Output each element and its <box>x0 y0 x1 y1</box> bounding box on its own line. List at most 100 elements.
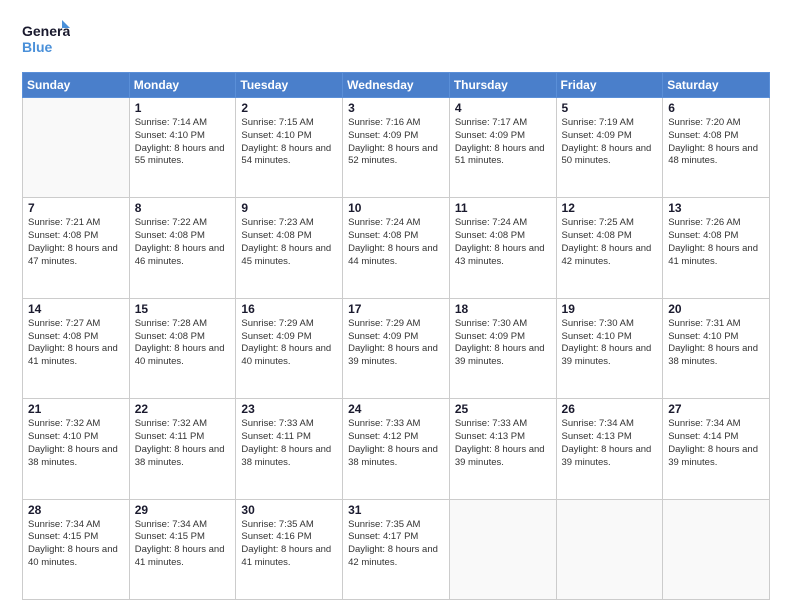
day-info: Sunrise: 7:25 AMSunset: 4:08 PMDaylight:… <box>562 217 658 268</box>
day-info: Sunrise: 7:35 AMSunset: 4:16 PMDaylight:… <box>241 519 337 570</box>
calendar-cell: 20 Sunrise: 7:31 AMSunset: 4:10 PMDaylig… <box>663 298 770 398</box>
day-number: 26 <box>562 402 658 416</box>
day-info: Sunrise: 7:23 AMSunset: 4:08 PMDaylight:… <box>241 217 337 268</box>
day-number: 24 <box>348 402 444 416</box>
day-info: Sunrise: 7:20 AMSunset: 4:08 PMDaylight:… <box>668 117 764 168</box>
svg-text:Blue: Blue <box>22 39 53 55</box>
day-number: 28 <box>28 503 124 517</box>
day-info: Sunrise: 7:29 AMSunset: 4:09 PMDaylight:… <box>348 318 444 369</box>
calendar-week-4: 21 Sunrise: 7:32 AMSunset: 4:10 PMDaylig… <box>23 399 770 499</box>
calendar-cell: 17 Sunrise: 7:29 AMSunset: 4:09 PMDaylig… <box>343 298 450 398</box>
day-info: Sunrise: 7:30 AMSunset: 4:10 PMDaylight:… <box>562 318 658 369</box>
day-info: Sunrise: 7:33 AMSunset: 4:13 PMDaylight:… <box>455 418 551 469</box>
day-info: Sunrise: 7:32 AMSunset: 4:11 PMDaylight:… <box>135 418 231 469</box>
day-number: 12 <box>562 201 658 215</box>
calendar-cell: 4 Sunrise: 7:17 AMSunset: 4:09 PMDayligh… <box>449 98 556 198</box>
calendar-cell <box>556 499 663 599</box>
calendar-cell: 15 Sunrise: 7:28 AMSunset: 4:08 PMDaylig… <box>129 298 236 398</box>
calendar-cell: 5 Sunrise: 7:19 AMSunset: 4:09 PMDayligh… <box>556 98 663 198</box>
calendar-cell: 27 Sunrise: 7:34 AMSunset: 4:14 PMDaylig… <box>663 399 770 499</box>
calendar-cell: 18 Sunrise: 7:30 AMSunset: 4:09 PMDaylig… <box>449 298 556 398</box>
day-number: 15 <box>135 302 231 316</box>
calendar-cell: 11 Sunrise: 7:24 AMSunset: 4:08 PMDaylig… <box>449 198 556 298</box>
calendar-cell <box>449 499 556 599</box>
day-number: 1 <box>135 101 231 115</box>
day-number: 30 <box>241 503 337 517</box>
day-info: Sunrise: 7:17 AMSunset: 4:09 PMDaylight:… <box>455 117 551 168</box>
header: General Blue <box>22 18 770 62</box>
day-header-friday: Friday <box>556 73 663 98</box>
calendar-cell: 26 Sunrise: 7:34 AMSunset: 4:13 PMDaylig… <box>556 399 663 499</box>
calendar-cell <box>23 98 130 198</box>
calendar-cell: 22 Sunrise: 7:32 AMSunset: 4:11 PMDaylig… <box>129 399 236 499</box>
day-info: Sunrise: 7:29 AMSunset: 4:09 PMDaylight:… <box>241 318 337 369</box>
day-header-saturday: Saturday <box>663 73 770 98</box>
day-info: Sunrise: 7:21 AMSunset: 4:08 PMDaylight:… <box>28 217 124 268</box>
calendar-cell <box>663 499 770 599</box>
logo: General Blue <box>22 18 70 62</box>
day-info: Sunrise: 7:32 AMSunset: 4:10 PMDaylight:… <box>28 418 124 469</box>
day-info: Sunrise: 7:33 AMSunset: 4:11 PMDaylight:… <box>241 418 337 469</box>
day-number: 3 <box>348 101 444 115</box>
page: General Blue SundayMondayTuesdayWednesda… <box>0 0 792 612</box>
day-info: Sunrise: 7:34 AMSunset: 4:13 PMDaylight:… <box>562 418 658 469</box>
day-info: Sunrise: 7:30 AMSunset: 4:09 PMDaylight:… <box>455 318 551 369</box>
calendar-cell: 9 Sunrise: 7:23 AMSunset: 4:08 PMDayligh… <box>236 198 343 298</box>
calendar-week-3: 14 Sunrise: 7:27 AMSunset: 4:08 PMDaylig… <box>23 298 770 398</box>
day-number: 5 <box>562 101 658 115</box>
day-header-thursday: Thursday <box>449 73 556 98</box>
day-header-sunday: Sunday <box>23 73 130 98</box>
day-header-tuesday: Tuesday <box>236 73 343 98</box>
day-info: Sunrise: 7:35 AMSunset: 4:17 PMDaylight:… <box>348 519 444 570</box>
day-info: Sunrise: 7:16 AMSunset: 4:09 PMDaylight:… <box>348 117 444 168</box>
day-info: Sunrise: 7:27 AMSunset: 4:08 PMDaylight:… <box>28 318 124 369</box>
day-info: Sunrise: 7:34 AMSunset: 4:15 PMDaylight:… <box>28 519 124 570</box>
calendar-cell: 16 Sunrise: 7:29 AMSunset: 4:09 PMDaylig… <box>236 298 343 398</box>
day-number: 2 <box>241 101 337 115</box>
calendar-week-1: 1 Sunrise: 7:14 AMSunset: 4:10 PMDayligh… <box>23 98 770 198</box>
day-number: 7 <box>28 201 124 215</box>
day-number: 4 <box>455 101 551 115</box>
day-number: 6 <box>668 101 764 115</box>
calendar-cell: 28 Sunrise: 7:34 AMSunset: 4:15 PMDaylig… <box>23 499 130 599</box>
day-number: 10 <box>348 201 444 215</box>
day-number: 18 <box>455 302 551 316</box>
day-info: Sunrise: 7:28 AMSunset: 4:08 PMDaylight:… <box>135 318 231 369</box>
calendar-cell: 13 Sunrise: 7:26 AMSunset: 4:08 PMDaylig… <box>663 198 770 298</box>
day-number: 16 <box>241 302 337 316</box>
calendar-cell: 30 Sunrise: 7:35 AMSunset: 4:16 PMDaylig… <box>236 499 343 599</box>
day-header-monday: Monday <box>129 73 236 98</box>
calendar-table: SundayMondayTuesdayWednesdayThursdayFrid… <box>22 72 770 600</box>
day-info: Sunrise: 7:24 AMSunset: 4:08 PMDaylight:… <box>455 217 551 268</box>
calendar-cell: 23 Sunrise: 7:33 AMSunset: 4:11 PMDaylig… <box>236 399 343 499</box>
calendar-header-row: SundayMondayTuesdayWednesdayThursdayFrid… <box>23 73 770 98</box>
calendar-cell: 21 Sunrise: 7:32 AMSunset: 4:10 PMDaylig… <box>23 399 130 499</box>
day-number: 25 <box>455 402 551 416</box>
calendar-week-5: 28 Sunrise: 7:34 AMSunset: 4:15 PMDaylig… <box>23 499 770 599</box>
day-number: 22 <box>135 402 231 416</box>
day-number: 11 <box>455 201 551 215</box>
calendar-cell: 19 Sunrise: 7:30 AMSunset: 4:10 PMDaylig… <box>556 298 663 398</box>
day-number: 27 <box>668 402 764 416</box>
calendar-cell: 12 Sunrise: 7:25 AMSunset: 4:08 PMDaylig… <box>556 198 663 298</box>
day-info: Sunrise: 7:24 AMSunset: 4:08 PMDaylight:… <box>348 217 444 268</box>
day-number: 20 <box>668 302 764 316</box>
day-info: Sunrise: 7:19 AMSunset: 4:09 PMDaylight:… <box>562 117 658 168</box>
day-number: 19 <box>562 302 658 316</box>
day-info: Sunrise: 7:15 AMSunset: 4:10 PMDaylight:… <box>241 117 337 168</box>
calendar-cell: 25 Sunrise: 7:33 AMSunset: 4:13 PMDaylig… <box>449 399 556 499</box>
calendar-cell: 31 Sunrise: 7:35 AMSunset: 4:17 PMDaylig… <box>343 499 450 599</box>
day-number: 14 <box>28 302 124 316</box>
day-number: 13 <box>668 201 764 215</box>
day-info: Sunrise: 7:34 AMSunset: 4:15 PMDaylight:… <box>135 519 231 570</box>
calendar-cell: 8 Sunrise: 7:22 AMSunset: 4:08 PMDayligh… <box>129 198 236 298</box>
calendar-cell: 3 Sunrise: 7:16 AMSunset: 4:09 PMDayligh… <box>343 98 450 198</box>
calendar-cell: 10 Sunrise: 7:24 AMSunset: 4:08 PMDaylig… <box>343 198 450 298</box>
day-number: 31 <box>348 503 444 517</box>
calendar-cell: 7 Sunrise: 7:21 AMSunset: 4:08 PMDayligh… <box>23 198 130 298</box>
day-info: Sunrise: 7:14 AMSunset: 4:10 PMDaylight:… <box>135 117 231 168</box>
day-info: Sunrise: 7:31 AMSunset: 4:10 PMDaylight:… <box>668 318 764 369</box>
day-info: Sunrise: 7:22 AMSunset: 4:08 PMDaylight:… <box>135 217 231 268</box>
day-info: Sunrise: 7:33 AMSunset: 4:12 PMDaylight:… <box>348 418 444 469</box>
day-info: Sunrise: 7:26 AMSunset: 4:08 PMDaylight:… <box>668 217 764 268</box>
